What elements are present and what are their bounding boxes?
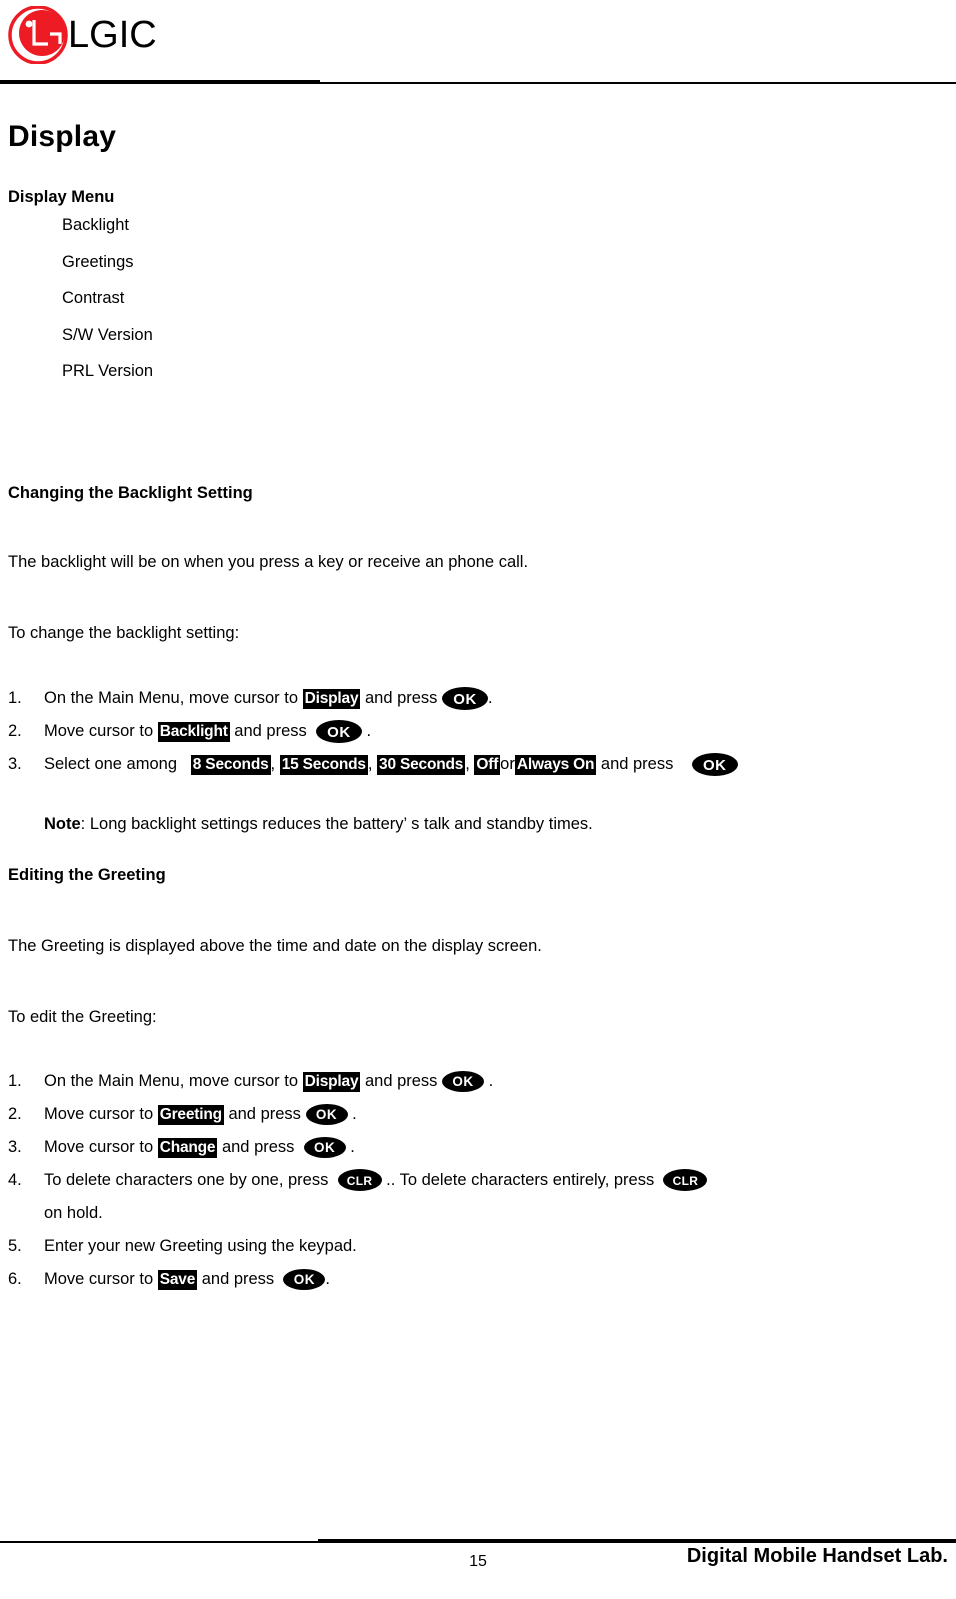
step-item: 3. Move cursor to Change and press OK . — [0, 1131, 956, 1164]
step-text-after: . — [488, 1071, 494, 1090]
step-number: 3. — [8, 1137, 22, 1156]
footer-rule-left — [0, 1541, 318, 1543]
step-number: 2. — [8, 721, 22, 740]
menu-item-contrast: Contrast — [62, 289, 125, 307]
option-separator: , — [270, 754, 276, 773]
ok-key-icon: OK — [303, 1136, 346, 1158]
menu-item-prl-version: PRL Version — [62, 362, 154, 380]
heading-editing-greeting: Editing the Greeting — [8, 865, 166, 884]
step-text-before: On the Main Menu, move cursor to — [44, 1071, 299, 1090]
option-30-seconds: 30 Seconds — [377, 754, 466, 775]
highlight-save: Save — [157, 1269, 198, 1290]
step-text-before: Move cursor to — [44, 1269, 154, 1288]
step-continuation: on hold. — [44, 1203, 103, 1222]
step-text-after: . — [366, 721, 372, 740]
step-item: 4. To delete characters one by one, pres… — [0, 1164, 956, 1230]
option-always-on: Always On — [514, 754, 597, 775]
option-separator: , — [465, 754, 470, 773]
step-number: 5. — [8, 1236, 22, 1255]
option-separator: , — [367, 754, 373, 773]
option-off: Off — [474, 754, 501, 775]
step-item: 1. On the Main Menu, move cursor to Disp… — [0, 682, 956, 715]
highlight-display: Display — [302, 1071, 361, 1092]
step-item: 2. Move cursor to Backlight and press OK… — [0, 715, 956, 748]
step-text-before: On the Main Menu, move cursor to — [44, 688, 299, 707]
step-text-after: . — [325, 1269, 330, 1288]
highlight-display: Display — [302, 688, 361, 709]
clr-key-icon: CLR — [663, 1169, 708, 1192]
option-or-word: or — [500, 754, 515, 773]
step-number: 4. — [8, 1170, 22, 1189]
note-backlight: Note: Long backlight settings reduces th… — [0, 815, 956, 834]
step-text-before: Move cursor to — [44, 1104, 154, 1123]
option-15-seconds: 15 Seconds — [279, 754, 368, 775]
step-number: 1. — [8, 688, 22, 707]
step-item: 6. Move cursor to Save and press OK. — [0, 1263, 956, 1296]
step-number: 2. — [8, 1104, 22, 1123]
paragraph-greeting-leadin: To edit the Greeting: — [8, 1007, 157, 1026]
paragraph-backlight-intro: The backlight will be on when you press … — [8, 552, 529, 571]
note-text: : Long backlight settings reduces the ba… — [80, 814, 593, 833]
ok-key-icon: OK — [442, 1070, 485, 1092]
ok-key-icon: OK — [283, 1268, 326, 1290]
ok-key-icon: OK — [315, 719, 362, 743]
step-number: 6. — [8, 1269, 22, 1288]
step-text-middle: and press — [201, 1269, 275, 1288]
step-text-middle: and press — [228, 1104, 301, 1123]
step-text-before: Move cursor to — [44, 1137, 154, 1156]
display-menu-list: Backlight Greetings Contrast S/W Version… — [0, 207, 956, 390]
menu-item-backlight: Backlight — [62, 216, 129, 234]
step-text-middle: and press — [364, 688, 438, 707]
step-text-middle: and press — [221, 1137, 295, 1156]
step-item: 1. On the Main Menu, move cursor to Disp… — [0, 1065, 956, 1098]
step-text-after: . — [488, 688, 493, 707]
step-text-middle: and press — [364, 1071, 438, 1090]
step-text-after: . — [350, 1137, 355, 1156]
page-header: LGIC — [0, 0, 956, 92]
step-item: 2. Move cursor to Greeting and press OK … — [0, 1098, 956, 1131]
footer-rule-right — [318, 1539, 956, 1543]
lg-logo: LGIC — [8, 6, 157, 64]
step-text-middle: and press — [600, 754, 674, 773]
highlight-backlight: Backlight — [157, 721, 230, 742]
step-item: 3. Select one among 8 Seconds, 15 Second… — [0, 748, 956, 781]
step-text-middle: and press — [234, 721, 307, 740]
ok-key-icon: OK — [442, 686, 489, 710]
header-rule-left — [0, 80, 320, 84]
menu-item-sw-version: S/W Version — [62, 325, 153, 344]
step-item: 5. Enter your new Greeting using the key… — [0, 1230, 956, 1263]
greeting-steps: 1. On the Main Menu, move cursor to Disp… — [0, 1065, 956, 1296]
heading-changing-backlight: Changing the Backlight Setting — [8, 483, 253, 502]
lg-circle-icon — [8, 6, 70, 64]
step-text: Enter your new Greeting using the keypad… — [44, 1236, 357, 1255]
ok-key-icon: OK — [305, 1103, 348, 1125]
page-content: Display Display Menu Backlight Greetings… — [0, 92, 956, 1296]
option-8-seconds: 8 Seconds — [190, 754, 271, 775]
backlight-steps: 1. On the Main Menu, move cursor to Disp… — [0, 682, 956, 781]
step-number: 3. — [8, 754, 22, 773]
step-text-before: Select one among — [44, 754, 178, 773]
footer-brand: Digital Mobile Handset Lab. — [686, 1545, 948, 1567]
step-text-before: Move cursor to — [44, 721, 154, 740]
clr-key-icon: CLR — [337, 1169, 382, 1192]
note-label: Note — [44, 814, 81, 833]
paragraph-backlight-leadin: To change the backlight setting: — [8, 623, 240, 642]
highlight-change: Change — [157, 1137, 218, 1158]
page-footer: 15 Digital Mobile Handset Lab. — [0, 1539, 956, 1599]
highlight-greeting: Greeting — [157, 1104, 224, 1125]
step-number: 1. — [8, 1071, 22, 1090]
display-menu-label: Display Menu — [8, 188, 115, 206]
header-rule-right — [320, 82, 956, 84]
lg-wordmark: LGIC — [68, 14, 157, 56]
page-title: Display — [8, 120, 117, 153]
step-text-before: To delete characters one by one, press — [44, 1170, 329, 1189]
step-text-after: . — [352, 1104, 357, 1123]
ok-key-icon: OK — [691, 752, 738, 776]
paragraph-greeting-intro: The Greeting is displayed above the time… — [8, 936, 542, 955]
menu-item-greetings: Greetings — [62, 252, 134, 271]
step-text-middle: .. To delete characters entirely, press — [386, 1170, 655, 1189]
